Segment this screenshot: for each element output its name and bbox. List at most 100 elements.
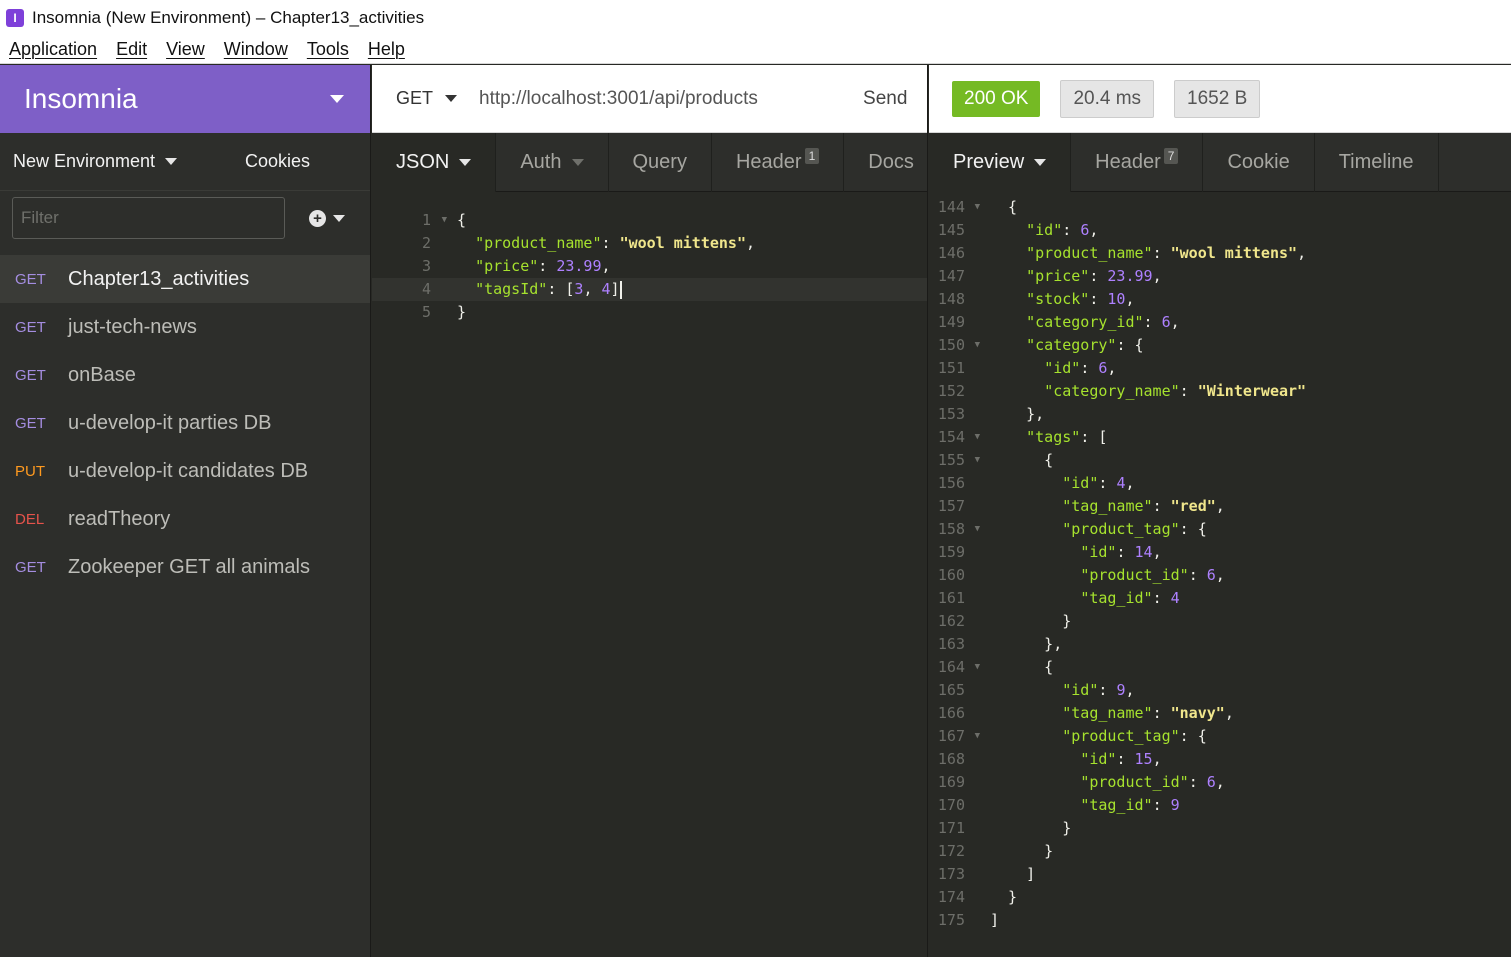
code-line: 150 ▼ "category": {: [929, 334, 1511, 357]
method-badge: GET: [15, 414, 46, 432]
request-body-editor[interactable]: 1 ▼{2 "product_name": "wool mittens", 3 "p…: [372, 192, 927, 324]
tab-json-body[interactable]: JSON: [372, 132, 497, 192]
filter-input[interactable]: [12, 197, 285, 239]
code-token: },: [990, 405, 1045, 423]
code-token: "category_id": [1026, 313, 1144, 331]
code-token: :: [1098, 681, 1117, 699]
code-line: 174 }: [929, 886, 1511, 909]
code-text: }: [969, 840, 1053, 863]
line-number-text: 151: [937, 359, 965, 377]
fold-arrow-icon[interactable]: ▼: [975, 449, 980, 472]
menu-edit[interactable]: Edit: [116, 39, 147, 60]
code-text: },: [969, 633, 1062, 656]
tab-preview[interactable]: Preview: [929, 132, 1072, 192]
tab-cookie[interactable]: Cookie: [1203, 132, 1315, 192]
request-list-item[interactable]: GET Chapter13_activities: [0, 255, 370, 303]
send-button[interactable]: Send: [863, 88, 907, 110]
menu-application[interactable]: Application: [9, 39, 97, 60]
menu-help[interactable]: Help: [368, 39, 405, 60]
code-token: :: [1152, 704, 1171, 722]
response-body-viewer[interactable]: 144 ▼ {145 "id": 6, 146 "product_name": "w…: [929, 192, 1511, 932]
header-count-badge: 1: [804, 148, 820, 164]
chevron-down-icon: [445, 95, 458, 102]
cookies-button[interactable]: Cookies: [245, 151, 310, 172]
response-size-badge: 1652 B: [1174, 79, 1261, 118]
code-text: "product_name": "wool mittens",: [435, 232, 755, 255]
tab-query[interactable]: Query: [609, 132, 712, 192]
code-token: : {: [1179, 727, 1207, 745]
request-list-item[interactable]: PUT u-develop-it candidates DB: [0, 447, 370, 495]
line-number: 146: [929, 242, 969, 265]
tab-timeline[interactable]: Timeline: [1315, 132, 1439, 192]
tab-header[interactable]: Header 1: [712, 132, 845, 192]
fold-arrow-icon[interactable]: ▼: [975, 656, 980, 679]
code-token: "Winterwear": [1197, 382, 1307, 400]
fold-arrow-icon[interactable]: ▼: [975, 196, 980, 219]
code-token: ,: [1215, 566, 1225, 584]
code-token: 23.99: [1107, 267, 1153, 285]
tab-response-header[interactable]: Header 7: [1071, 132, 1204, 192]
tab-docs[interactable]: Docs: [844, 133, 938, 192]
code-token: ,: [1089, 221, 1099, 239]
url-input[interactable]: [479, 87, 840, 110]
request-list-item[interactable]: GET onBase: [0, 351, 370, 399]
tab-auth[interactable]: Auth: [496, 132, 609, 192]
code-token: "navy": [1170, 704, 1225, 722]
line-number: 152: [929, 380, 969, 403]
tab-label: JSON: [396, 150, 450, 173]
code-token: ,: [1107, 359, 1117, 377]
code-text: "stock": 10,: [969, 288, 1134, 311]
method-dropdown[interactable]: GET: [396, 88, 458, 109]
menu-window[interactable]: Window: [224, 39, 288, 60]
code-token: :: [1152, 497, 1171, 515]
menu-bar: Application Edit View Window Tools Help: [0, 35, 1511, 64]
fold-arrow-icon[interactable]: ▼: [442, 209, 447, 232]
code-line: 3 "price": 23.99,: [372, 255, 927, 278]
code-text: "product_tag": {: [969, 725, 1207, 748]
code-line: 4 "tagsId": [3, 4]: [372, 278, 927, 301]
line-number-text: 172: [937, 842, 965, 860]
code-text: "id": 6,: [969, 357, 1116, 380]
environment-selector[interactable]: New Environment: [13, 151, 178, 172]
code-text: }: [969, 610, 1071, 633]
menu-tools[interactable]: Tools: [307, 39, 349, 60]
code-token: {: [990, 451, 1054, 469]
fold-arrow-icon[interactable]: ▼: [975, 426, 980, 449]
line-number-text: 2: [421, 234, 431, 252]
code-token: ]: [610, 280, 620, 298]
fold-arrow-icon[interactable]: ▼: [975, 725, 980, 748]
request-list-item[interactable]: GET Zookeeper GET all animals: [0, 543, 370, 591]
request-name: Zookeeper GET all animals: [68, 555, 310, 578]
line-number: 171: [929, 817, 969, 840]
code-token: ,: [1125, 681, 1135, 699]
workspace-dropdown[interactable]: Insomnia: [0, 65, 370, 133]
request-list-item[interactable]: DEL readTheory: [0, 495, 370, 543]
tab-label: Preview: [953, 150, 1025, 173]
code-text: "category_name": "Winterwear": [969, 380, 1306, 403]
code-token: :: [1188, 773, 1207, 791]
code-token: ]: [990, 865, 1036, 883]
menu-view[interactable]: View: [166, 39, 205, 60]
add-request-button[interactable]: +: [309, 209, 345, 227]
fold-arrow-icon[interactable]: ▼: [975, 518, 980, 541]
code-line: 172 }: [929, 840, 1511, 863]
code-token: "product_name": [1026, 244, 1153, 262]
request-list-item[interactable]: GET u-develop-it parties DB: [0, 399, 370, 447]
fold-arrow-icon[interactable]: ▼: [975, 334, 980, 357]
code-text: "category": {: [969, 334, 1143, 357]
code-line: 144 ▼ {: [929, 196, 1511, 219]
code-line: 175]: [929, 909, 1511, 932]
code-line: 149 "category_id": 6,: [929, 311, 1511, 334]
request-list-item[interactable]: GET just-tech-news: [0, 303, 370, 351]
line-number: 164 ▼: [929, 656, 980, 679]
